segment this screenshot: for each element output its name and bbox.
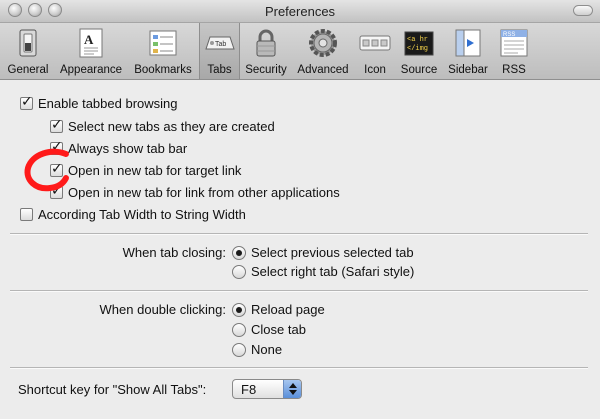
radio-none[interactable]: None xyxy=(232,342,282,357)
radio-label: Select right tab (Safari style) xyxy=(251,264,415,279)
source-icon-line: <a hr xyxy=(407,36,428,44)
font-icon: A xyxy=(75,27,107,59)
radio-button[interactable] xyxy=(232,264,246,279)
toolbar-item-tabs[interactable]: Tab Tabs xyxy=(199,23,240,79)
double-clicking-label: When double clicking: xyxy=(99,302,226,317)
switch-icon xyxy=(12,27,44,59)
tab-icon-text: Tab xyxy=(215,41,226,48)
preferences-window: Preferences General A Appearance Bookmar… xyxy=(0,0,600,419)
checkbox[interactable]: ✓ xyxy=(50,116,63,133)
lock-icon xyxy=(250,27,282,59)
toolbar-item-source[interactable]: <a hr </img Source xyxy=(396,23,442,79)
toolbar-label: Security xyxy=(245,64,287,76)
source-icon: <a hr </img xyxy=(403,27,435,59)
radio-button[interactable] xyxy=(232,342,246,357)
checkmark-icon: ✓ xyxy=(51,160,63,176)
checkmark-icon: ✓ xyxy=(51,116,63,132)
checkbox[interactable]: ✓ xyxy=(20,93,33,110)
rss-icon: RSS xyxy=(498,27,530,59)
radio-label: Close tab xyxy=(251,322,306,337)
rss-icon-text: RSS xyxy=(503,32,515,38)
radio-label: None xyxy=(251,342,283,357)
checkbox-label: Open in new tab for link from other appl… xyxy=(68,185,340,200)
toolbar-label: Advanced xyxy=(297,64,349,76)
toolbar-item-icon[interactable]: Icon xyxy=(355,23,395,79)
toolbar-item-rss[interactable]: RSS RSS xyxy=(494,23,534,79)
according-tab-width-checkbox[interactable]: According Tab Width to String Width xyxy=(20,207,246,222)
checkbox[interactable]: ✓ xyxy=(50,182,63,199)
checkbox-label: Select new tabs as they are created xyxy=(68,119,275,134)
radio-button[interactable] xyxy=(232,302,246,317)
checkbox[interactable] xyxy=(20,208,33,221)
radio-button[interactable] xyxy=(232,322,246,337)
checkmark-icon: ✓ xyxy=(51,182,63,198)
enable-tabbed-browsing-checkbox[interactable]: ✓ Enable tabbed browsing xyxy=(20,93,178,111)
toolbar-label: RSS xyxy=(502,64,526,76)
radio-select-previous-tab[interactable]: Select previous selected tab xyxy=(232,245,414,260)
popup-arrows-icon xyxy=(283,380,301,398)
separator xyxy=(10,290,588,292)
open-other-apps-checkbox[interactable]: ✓ Open in new tab for link from other ap… xyxy=(50,182,340,200)
checkbox-label: Open in new tab for target link xyxy=(68,163,242,178)
toolbar-label: Bookmarks xyxy=(134,64,192,76)
radio-reload-page[interactable]: Reload page xyxy=(232,302,325,317)
radio-button[interactable] xyxy=(232,245,246,260)
tabs-preferences-pane: ✓ Enable tabbed browsing ✓ Select new ta… xyxy=(0,80,600,419)
select-new-tabs-checkbox[interactable]: ✓ Select new tabs as they are created xyxy=(50,116,275,134)
checkbox-label: Always show tab bar xyxy=(68,141,188,156)
shortcut-key-label: Shortcut key for "Show All Tabs": xyxy=(18,382,207,397)
toolbar-item-sidebar[interactable]: Sidebar xyxy=(443,23,493,79)
radio-close-tab[interactable]: Close tab xyxy=(232,322,306,337)
open-target-link-checkbox[interactable]: ✓ Open in new tab for target link xyxy=(50,160,242,178)
shortcut-key-popup[interactable]: F8 xyxy=(232,379,302,399)
checkbox-label: According Tab Width to String Width xyxy=(38,207,246,222)
svg-text:A: A xyxy=(84,32,94,47)
checkbox[interactable]: ✓ xyxy=(50,160,63,177)
toolbar-label: Source xyxy=(400,64,438,76)
bookmarks-icon xyxy=(147,27,179,59)
toolbar-label: Icon xyxy=(364,64,386,76)
tab-icon: Tab xyxy=(204,27,236,59)
toolbar-toggle-button[interactable] xyxy=(573,5,593,16)
window-title: Preferences xyxy=(264,4,336,19)
gear-icon xyxy=(307,27,339,59)
radio-label: Reload page xyxy=(251,302,325,317)
checkbox-label: Enable tabbed browsing xyxy=(38,96,178,111)
toolbar-label: General xyxy=(7,64,49,76)
checkmark-icon: ✓ xyxy=(21,93,33,109)
always-show-tab-bar-checkbox[interactable]: ✓ Always show tab bar xyxy=(50,138,188,156)
toolbar-label: Sidebar xyxy=(448,64,488,76)
tab-closing-label: When tab closing: xyxy=(122,245,226,260)
title-bar: Preferences xyxy=(0,0,600,23)
toolbar-label: Tabs xyxy=(207,64,232,76)
radio-select-right-tab[interactable]: Select right tab (Safari style) xyxy=(232,264,414,279)
toolbar-label: Appearance xyxy=(59,64,123,76)
toolbar-item-security[interactable]: Security xyxy=(241,23,291,79)
toolbar-item-bookmarks[interactable]: Bookmarks xyxy=(128,23,198,79)
toolbar-item-advanced[interactable]: Advanced xyxy=(292,23,354,79)
shortcut-key-value: F8 xyxy=(241,381,257,397)
toolbar-item-appearance[interactable]: A Appearance xyxy=(55,23,127,79)
separator xyxy=(10,367,588,369)
checkbox[interactable]: ✓ xyxy=(50,138,63,155)
sidebar-icon xyxy=(452,27,484,59)
toolbar-item-general[interactable]: General xyxy=(2,23,54,79)
radio-label: Select previous selected tab xyxy=(251,245,414,260)
source-icon-line: </img xyxy=(407,45,428,53)
separator xyxy=(10,233,588,235)
icon-bar-icon xyxy=(359,27,391,59)
preferences-toolbar: General A Appearance Bookmarks Tab Tabs … xyxy=(0,23,600,80)
checkmark-icon: ✓ xyxy=(51,138,63,154)
